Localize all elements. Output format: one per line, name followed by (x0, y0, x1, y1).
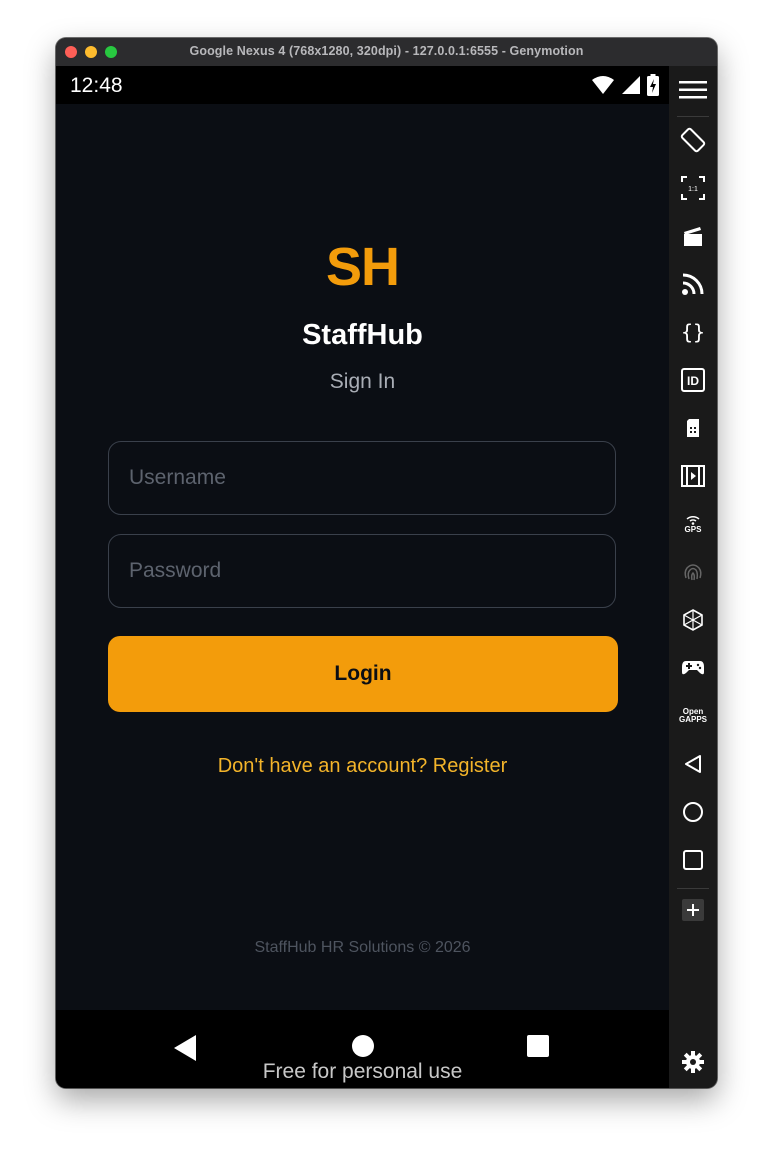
capture-icon[interactable] (679, 222, 707, 250)
page-title: Sign In (329, 370, 396, 393)
shell-icon[interactable]: {} (679, 318, 707, 346)
settings-icon[interactable] (679, 1048, 707, 1076)
gps-label: GPS (684, 524, 702, 534)
register-link[interactable]: Don't have an account? Register (56, 755, 669, 778)
cell-signal-icon (622, 76, 640, 94)
open-gapps-label: Open GAPPS (679, 707, 708, 724)
gps-icon[interactable]: GPS (679, 510, 707, 538)
back-icon[interactable] (679, 750, 707, 778)
svg-text:1:1: 1:1 (688, 186, 698, 193)
status-time: 12:48 (70, 74, 123, 97)
pixel-perfect-icon[interactable]: 1:1 (679, 174, 707, 202)
title-bar[interactable]: Google Nexus 4 (768x1280, 320dpi) - 127.… (56, 38, 717, 67)
app-name: StaffHub (302, 319, 423, 351)
username-input[interactable] (108, 441, 616, 515)
recents-icon[interactable] (526, 1034, 550, 1058)
password-input[interactable] (108, 534, 616, 608)
battery-charging-icon (647, 74, 659, 96)
device-id-icon[interactable]: ID (679, 366, 707, 394)
media-icon[interactable] (679, 462, 707, 490)
add-icon[interactable] (679, 896, 707, 924)
recents-icon[interactable] (679, 846, 707, 874)
footer-copyright: StaffHub HR Solutions © 2026 (254, 939, 471, 956)
open-gapps-icon[interactable]: Open GAPPS (679, 702, 707, 730)
login-screen: SH StaffHub Sign In Login Don't have an … (56, 104, 669, 1010)
fingerprint-icon[interactable] (679, 558, 707, 586)
app-logo: SH (325, 237, 400, 297)
home-icon[interactable] (679, 798, 707, 826)
sim-card-icon[interactable] (679, 414, 707, 442)
svg-text:ID: ID (687, 374, 699, 388)
menu-icon[interactable] (679, 76, 707, 104)
genymotion-toolbar: 1:1 {} ID GPS Open GAPPS (669, 66, 717, 1088)
gamepad-icon[interactable] (679, 654, 707, 682)
status-bar: 12:48 (56, 66, 669, 104)
cast-icon[interactable] (679, 270, 707, 298)
device-screen: 12:48 SH StaffHub Sign In Login Don't ha… (56, 66, 669, 1088)
android-nav-bar: Free for personal use (56, 1010, 669, 1088)
login-button[interactable]: Login (108, 636, 618, 712)
back-icon[interactable] (173, 1034, 197, 1062)
motion-sensor-icon[interactable] (679, 606, 707, 634)
watermark: Free for personal use (262, 1060, 463, 1083)
rotate-icon[interactable] (679, 126, 707, 154)
home-icon[interactable] (351, 1034, 375, 1058)
emulator-window: Google Nexus 4 (768x1280, 320dpi) - 127.… (56, 38, 717, 1088)
svg-text:{}: {} (681, 320, 705, 344)
window-title: Google Nexus 4 (768x1280, 320dpi) - 127.… (189, 44, 584, 58)
wifi-icon (592, 76, 614, 94)
